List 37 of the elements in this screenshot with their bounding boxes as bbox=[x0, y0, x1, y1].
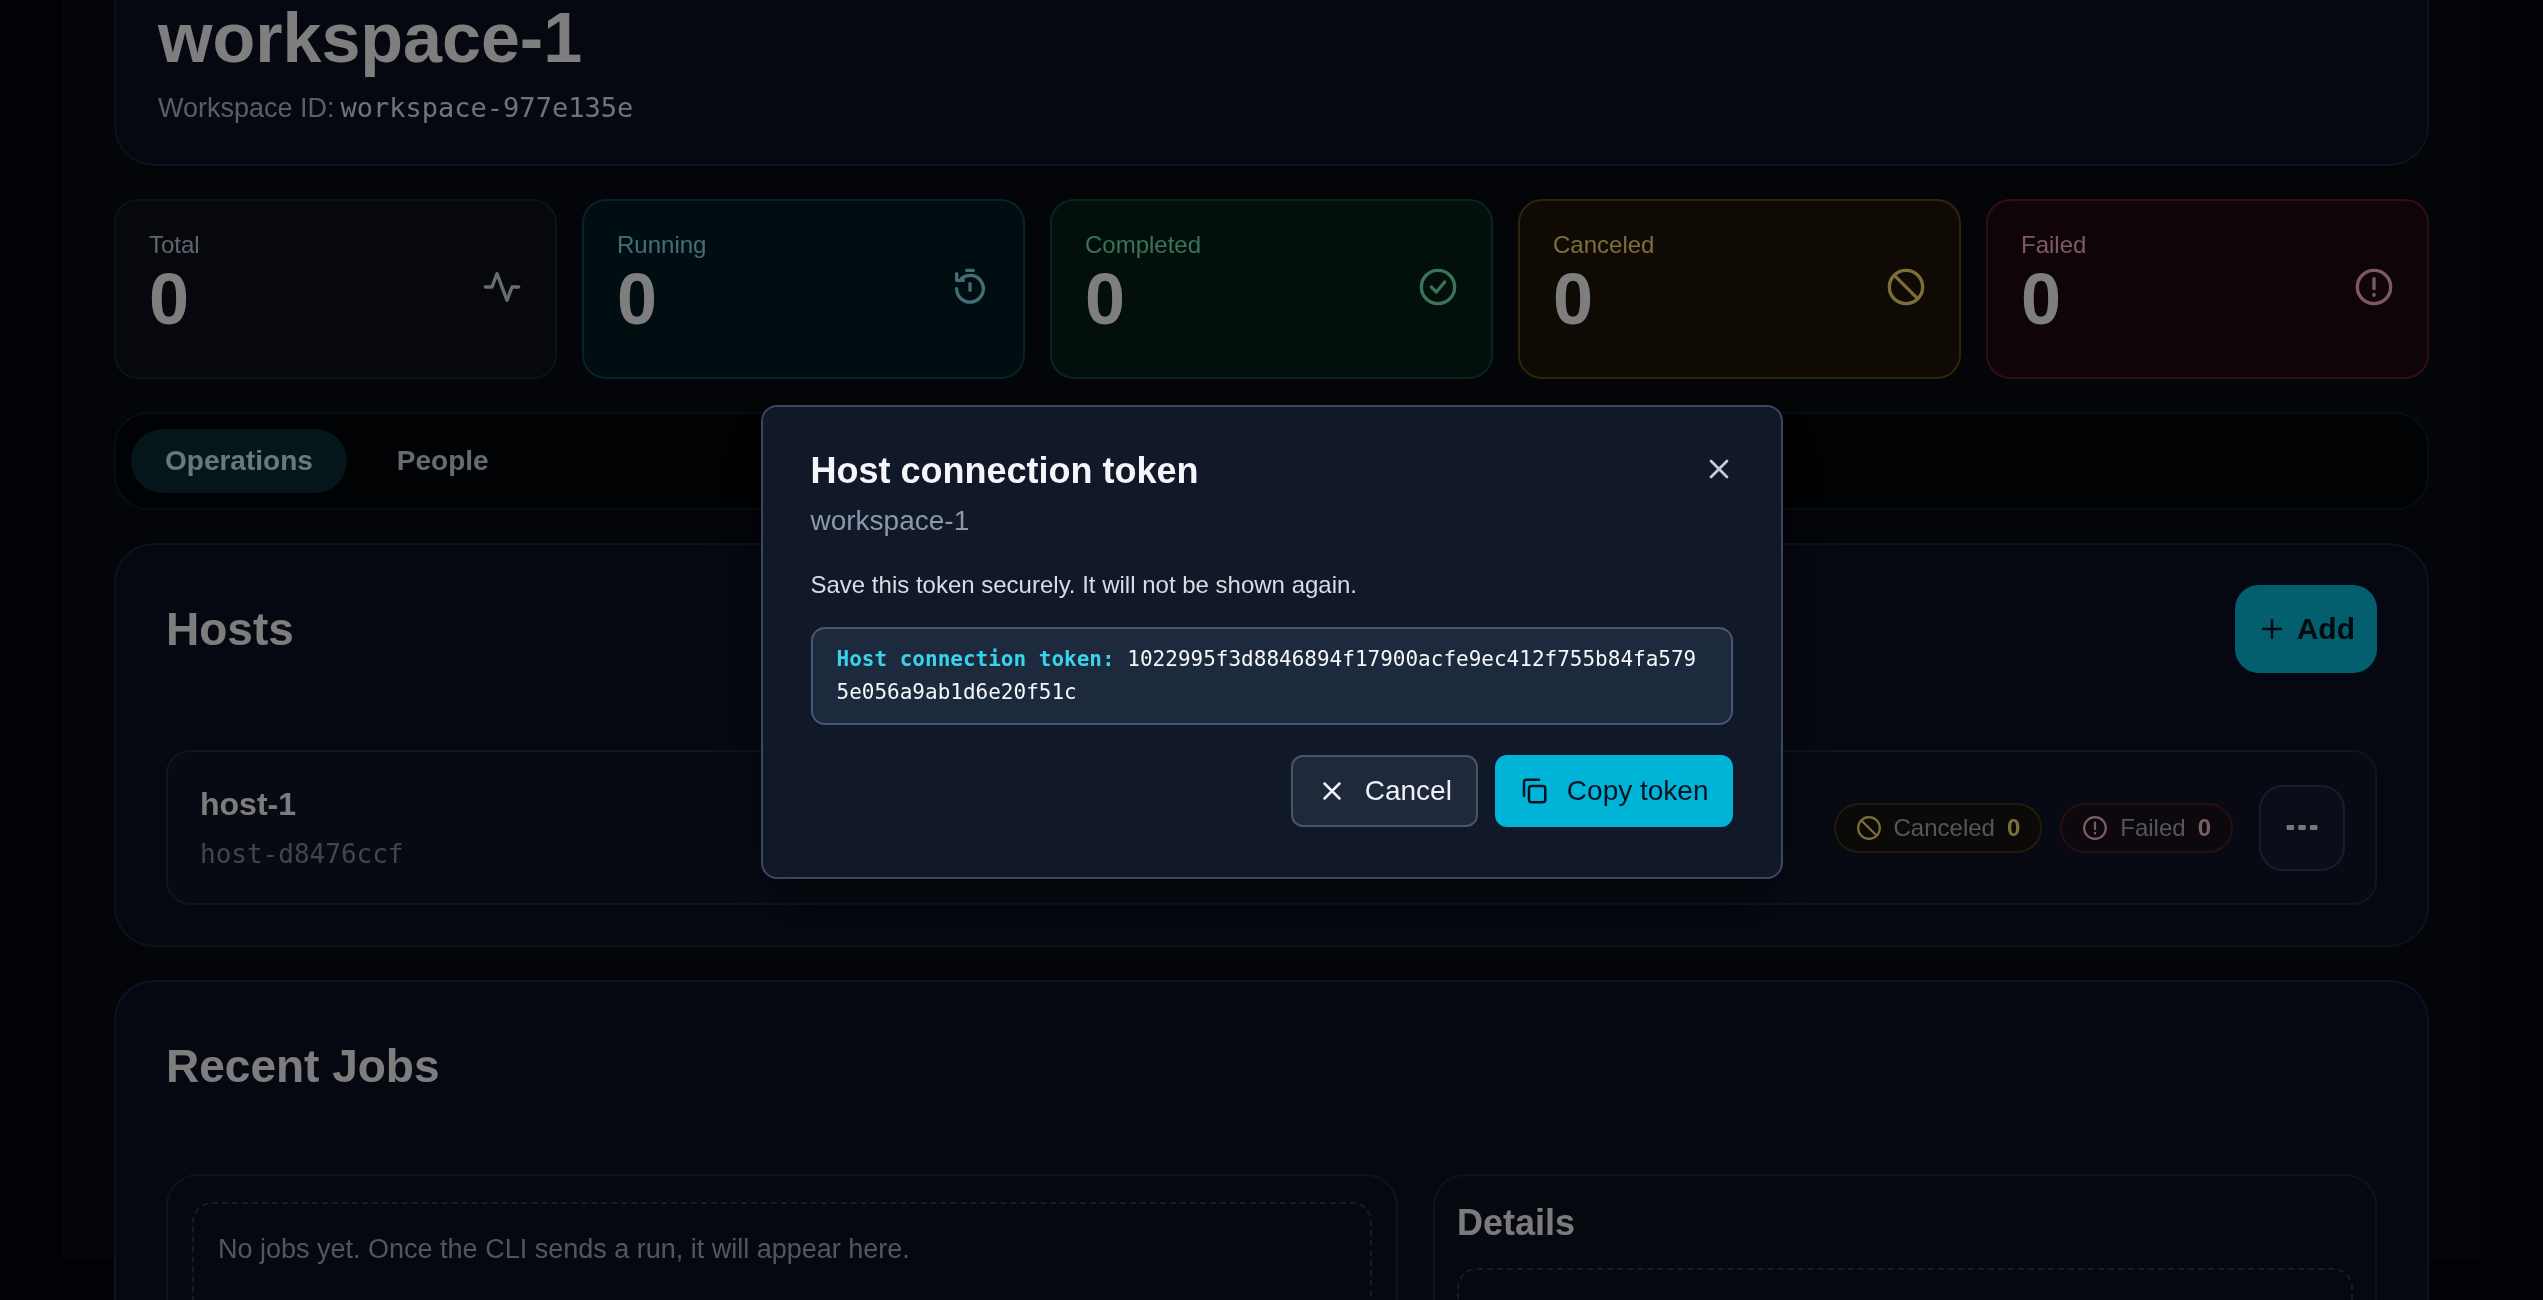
badge-label: Canceled bbox=[1893, 813, 1995, 842]
badge-count: 0 bbox=[2006, 813, 2021, 842]
stat-value: 0 bbox=[617, 259, 659, 339]
stat-label: Canceled bbox=[1553, 231, 1655, 259]
workspace-id-label: Workspace ID: bbox=[158, 93, 335, 123]
stat-label: Running bbox=[617, 231, 707, 259]
stat-label: Completed bbox=[1085, 231, 1202, 259]
check-circle-icon bbox=[1418, 267, 1458, 307]
stat-value: 0 bbox=[1085, 259, 1127, 339]
stat-value: 0 bbox=[2021, 259, 2063, 339]
badge-label: Failed bbox=[2120, 813, 2186, 842]
host-name: host-1 bbox=[200, 786, 297, 823]
badge-count: 0 bbox=[2197, 813, 2211, 842]
stat-value: 0 bbox=[1553, 259, 1595, 339]
stat-label: Failed bbox=[2021, 231, 2087, 259]
section-title: Recent Jobs bbox=[166, 1039, 440, 1093]
cancel-button[interactable]: Cancel bbox=[1290, 755, 1478, 827]
token-text: Host connection token: 1022995f3d8846894f17900acfe9ec412f755b84fa5795e056a9ab1d6e20f51c bbox=[836, 646, 1698, 706]
tab[interactable]: People bbox=[362, 429, 523, 493]
host-id: host-d8476ccf bbox=[200, 839, 404, 869]
tab[interactable]: Operations bbox=[131, 429, 347, 493]
stat-label: Total bbox=[149, 231, 200, 259]
empty-message: No jobs yet. Once the CLI sends a run, it will appear here. bbox=[218, 1234, 911, 1265]
prohibited-icon bbox=[1886, 267, 1926, 307]
prohibited-icon bbox=[1855, 814, 1882, 841]
section-title: Hosts bbox=[166, 602, 294, 656]
dialog-title: Host connection token bbox=[810, 449, 1200, 493]
add-button[interactable]: Add bbox=[2234, 585, 2377, 673]
alert-circle-icon bbox=[2354, 267, 2394, 307]
stat-value: 0 bbox=[149, 259, 191, 339]
dialog-subtitle: workspace-1 bbox=[810, 505, 971, 537]
copy-token-button[interactable]: Copy token bbox=[1494, 755, 1733, 827]
details-title: Details bbox=[1457, 1202, 1577, 1244]
dialog-message: Save this token securely. It will not be shown again. bbox=[810, 571, 1358, 599]
more-icon bbox=[2286, 825, 2318, 830]
workspace-id: workspace-977e135e bbox=[340, 92, 634, 123]
alert-circle-icon bbox=[2082, 814, 2109, 841]
